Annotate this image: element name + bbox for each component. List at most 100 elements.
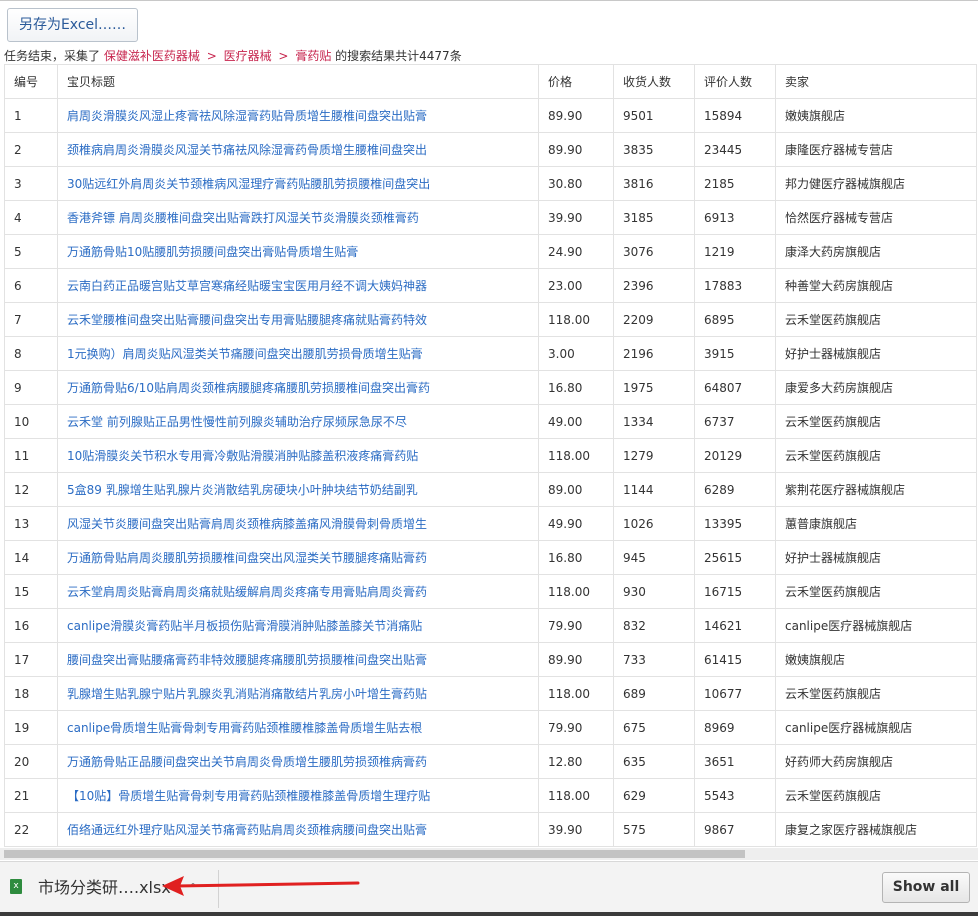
table-row: 15 云禾堂肩周炎贴膏肩周炎痛就贴缓解肩周炎疼痛专用膏贴肩周炎膏药 118.00 93…: [4, 574, 977, 609]
table-row: 19 canlipe骨质增生贴膏骨刺专用膏药贴颈椎腰椎膝盖骨质增生贴去根 79.90…: [4, 710, 977, 745]
item-price: 118.00: [538, 676, 614, 711]
item-price: 16.80: [538, 370, 614, 405]
item-price: 118.00: [538, 302, 614, 337]
item-title-link[interactable]: 【10贴】骨质增生贴膏骨刺专用膏药贴颈椎腰椎膝盖骨质增生理疗贴: [57, 778, 539, 813]
item-title-link[interactable]: canlipe骨质增生贴膏骨刺专用膏药贴颈椎腰椎膝盖骨质增生贴去根: [57, 710, 539, 745]
item-reviews: 6289: [694, 472, 776, 507]
seller-name: 云禾堂医药旗舰店: [775, 778, 977, 813]
save-as-excel-button[interactable]: 另存为Excel……: [7, 8, 138, 42]
xlsx-file-icon: x: [10, 879, 22, 894]
item-title-link[interactable]: 颈椎病肩周炎滑膜炎风湿关节痛祛风除湿膏药骨质增生腰椎间盘突出: [57, 132, 539, 167]
table-row: 3 30贴远红外肩周炎关节颈椎病风湿理疗膏药贴腰肌劳损腰椎间盘突出 30.80 381…: [4, 166, 977, 201]
col-header-id: 编号: [4, 64, 58, 99]
item-title-link[interactable]: 云禾堂腰椎间盘突出贴膏腰间盘突出专用膏贴腰腿疼痛就贴膏药特效: [57, 302, 539, 337]
item-price: 79.90: [538, 710, 614, 745]
item-title-link[interactable]: 10贴滑膜炎关节积水专用膏冷敷贴滑膜消肿贴膝盖积液疼痛膏药贴: [57, 438, 539, 473]
crumb-subcategory[interactable]: 医疗器械: [224, 49, 272, 63]
col-header-seller: 卖家: [775, 64, 977, 99]
status-prefix: 任务结束，采集了: [4, 49, 101, 63]
seller-name: canlipe医疗器械旗舰店: [775, 710, 977, 745]
item-reviews: 9867: [694, 812, 776, 847]
item-reviews: 23445: [694, 132, 776, 167]
item-title-link[interactable]: canlipe滑膜炎膏药贴半月板损伤贴膏滑膜消肿贴膝盖膝关节消痛贴: [57, 608, 539, 643]
item-title-link[interactable]: 万通筋骨贴6/10贴肩周炎颈椎病腰腿疼痛腰肌劳损腰椎间盘突出膏药: [57, 370, 539, 405]
top-border: [0, 0, 978, 1]
row-id: 9: [4, 370, 58, 405]
item-reviews: 5543: [694, 778, 776, 813]
item-title-link[interactable]: 云南白药正品暖宫贴艾草宫寒痛经贴暖宝宝医用月经不调大姨妈神器: [57, 268, 539, 303]
row-id: 5: [4, 234, 58, 269]
crumb-keyword[interactable]: 膏药贴: [295, 49, 331, 63]
table-row: 18 乳腺增生贴乳腺宁贴片乳腺炎乳消贴消痛散结片乳房小叶增生膏药贴 118.00 68…: [4, 676, 977, 711]
task-status-line: 任务结束，采集了 保健滋补医药器械 > 医疗器械 > 膏药贴 的搜索结果共计44…: [4, 48, 462, 64]
item-buyers: 635: [613, 744, 695, 779]
item-price: 12.80: [538, 744, 614, 779]
seller-name: 康隆医疗器械专营店: [775, 132, 977, 167]
table-row: 6 云南白药正品暖宫贴艾草宫寒痛经贴暖宝宝医用月经不调大姨妈神器 23.00 2396…: [4, 268, 977, 303]
item-buyers: 2196: [613, 336, 695, 371]
item-title-link[interactable]: 1元换购）肩周炎贴风湿类关节痛腰间盘突出腰肌劳损骨质增生贴膏: [57, 336, 539, 371]
item-price: 30.80: [538, 166, 614, 201]
item-title-link[interactable]: 风湿关节炎腰间盘突出贴膏肩周炎颈椎病膝盖痛风滑膜骨刺骨质增生: [57, 506, 539, 541]
item-title-link[interactable]: 乳腺增生贴乳腺宁贴片乳腺炎乳消贴消痛散结片乳房小叶增生膏药贴: [57, 676, 539, 711]
table-row: 4 香港斧镖 肩周炎腰椎间盘突出贴膏跌打风湿关节炎滑膜炎颈椎膏药 39.90 3185…: [4, 200, 977, 235]
item-title-link[interactable]: 万通筋骨贴10贴腰肌劳损腰间盘突出膏贴骨质增生贴膏: [57, 234, 539, 269]
table-row: 22 佰络通远红外理疗贴风湿关节痛膏药贴肩周炎颈椎病腰间盘突出贴膏 39.90 575…: [4, 812, 977, 847]
item-reviews: 1219: [694, 234, 776, 269]
seller-name: 好护士器械旗舰店: [775, 336, 977, 371]
bottom-strip: [0, 912, 978, 916]
item-title-link[interactable]: 万通筋骨贴正品腰间盘突出关节肩周炎骨质增生腰肌劳损颈椎病膏药: [57, 744, 539, 779]
item-buyers: 3816: [613, 166, 695, 201]
table-row: 1 肩周炎滑膜炎风湿止疼膏祛风除湿膏药贴骨质增生腰椎间盘突出贴膏 89.90 9501…: [4, 98, 977, 133]
item-title-link[interactable]: 香港斧镖 肩周炎腰椎间盘突出贴膏跌打风湿关节炎滑膜炎颈椎膏药: [57, 200, 539, 235]
seller-name: 云禾堂医药旗舰店: [775, 676, 977, 711]
item-buyers: 3076: [613, 234, 695, 269]
horizontal-scrollbar[interactable]: [0, 848, 978, 860]
table-row: 13 风湿关节炎腰间盘突出贴膏肩周炎颈椎病膝盖痛风滑膜骨刺骨质增生 49.90 102…: [4, 506, 977, 541]
item-reviews: 15894: [694, 98, 776, 133]
item-title-link[interactable]: 腰间盘突出膏贴腰痛膏药非特效腰腿疼痛腰肌劳损腰椎间盘突出贴膏: [57, 642, 539, 677]
download-file-name[interactable]: 市场分类研….xlsx: [38, 877, 171, 899]
row-id: 14: [4, 540, 58, 575]
item-title-link[interactable]: 云禾堂 前列腺贴正品男性慢性前列腺炎辅助治疗尿频尿急尿不尽: [57, 404, 539, 439]
row-id: 8: [4, 336, 58, 371]
item-price: 16.80: [538, 540, 614, 575]
row-id: 20: [4, 744, 58, 779]
table-row: 10 云禾堂 前列腺贴正品男性慢性前列腺炎辅助治疗尿频尿急尿不尽 49.00 1334…: [4, 404, 977, 439]
scrollbar-thumb[interactable]: [4, 850, 745, 858]
item-buyers: 575: [613, 812, 695, 847]
show-all-button[interactable]: Show all: [882, 872, 970, 903]
item-reviews: 25615: [694, 540, 776, 575]
item-title-link[interactable]: 云禾堂肩周炎贴膏肩周炎痛就贴缓解肩周炎疼痛专用膏贴肩周炎膏药: [57, 574, 539, 609]
row-id: 6: [4, 268, 58, 303]
row-id: 1: [4, 98, 58, 133]
item-price: 118.00: [538, 574, 614, 609]
table-row: 20 万通筋骨贴正品腰间盘突出关节肩周炎骨质增生腰肌劳损颈椎病膏药 12.80 635…: [4, 744, 977, 779]
row-id: 15: [4, 574, 58, 609]
item-reviews: 20129: [694, 438, 776, 473]
table-row: 7 云禾堂腰椎间盘突出贴膏腰间盘突出专用膏贴腰腿疼痛就贴膏药特效 118.00 220…: [4, 302, 977, 337]
item-title-link[interactable]: 万通筋骨贴肩周炎腰肌劳损腰椎间盘突出风湿类关节腰腿疼痛贴膏药: [57, 540, 539, 575]
item-title-link[interactable]: 30贴远红外肩周炎关节颈椎病风湿理疗膏药贴腰肌劳损腰椎间盘突出: [57, 166, 539, 201]
item-buyers: 675: [613, 710, 695, 745]
table-row: 2 颈椎病肩周炎滑膜炎风湿关节痛祛风除湿膏药骨质增生腰椎间盘突出 89.90 3835…: [4, 132, 977, 167]
item-price: 49.00: [538, 404, 614, 439]
crumb-category[interactable]: 保健滋补医药器械: [104, 49, 200, 63]
item-price: 39.90: [538, 200, 614, 235]
item-reviews: 61415: [694, 642, 776, 677]
item-buyers: 1975: [613, 370, 695, 405]
annotation-arrow-icon: [162, 876, 360, 896]
seller-name: 云禾堂医药旗舰店: [775, 574, 977, 609]
item-title-link[interactable]: 佰络通远红外理疗贴风湿关节痛膏药贴肩周炎颈椎病腰间盘突出贴膏: [57, 812, 539, 847]
seller-name: 好护士器械旗舰店: [775, 540, 977, 575]
seller-name: 蕙普康旗舰店: [775, 506, 977, 541]
item-title-link[interactable]: 5盒89 乳腺增生贴乳腺片炎消散结乳房硬块小叶肿块结节奶结副乳: [57, 472, 539, 507]
item-price: 118.00: [538, 438, 614, 473]
table-row: 5 万通筋骨贴10贴腰肌劳损腰间盘突出膏贴骨质增生贴膏 24.90 3076 1219 康…: [4, 234, 977, 269]
item-buyers: 9501: [613, 98, 695, 133]
item-title-link[interactable]: 肩周炎滑膜炎风湿止疼膏祛风除湿膏药贴骨质增生腰椎间盘突出贴膏: [57, 98, 539, 133]
table-row: 14 万通筋骨贴肩周炎腰肌劳损腰椎间盘突出风湿类关节腰腿疼痛贴膏药 16.80 945…: [4, 540, 977, 575]
col-header-reviews: 评价人数: [694, 64, 776, 99]
item-buyers: 1334: [613, 404, 695, 439]
results-table-container[interactable]: 编号 宝贝标题 价格 收货人数 评价人数 卖家 1 肩周炎滑膜炎风湿止疼膏祛风除湿…: [4, 64, 978, 848]
